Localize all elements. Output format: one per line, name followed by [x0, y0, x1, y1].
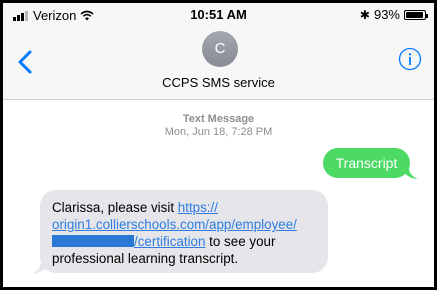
battery-icon — [404, 9, 428, 20]
redacted-block — [52, 235, 134, 247]
sent-bubble-tail — [402, 166, 418, 179]
conversation-header: C CCPS SMS service — [3, 27, 434, 100]
bluetooth-icon: ✱ — [359, 7, 370, 22]
sent-message-bubble[interactable]: Transcript — [323, 148, 410, 178]
certification-link[interactable]: https:// — [178, 200, 218, 215]
contact-name[interactable]: CCPS SMS service — [3, 75, 434, 90]
screenshot-frame: Verizon 10:51 AM ✱ 93% C CCPS SMS servic… — [0, 0, 437, 290]
certification-link-continued[interactable]: origin1.collierschools.com/app/employee/ — [52, 217, 297, 232]
certification-link-end[interactable]: /certification — [134, 234, 205, 249]
back-button[interactable] — [15, 47, 37, 77]
message-type-label: Text Message — [182, 113, 255, 125]
message-timestamp: Text Message Mon, Jun 18, 7:28 PM — [3, 113, 434, 139]
chevron-left-icon — [18, 50, 32, 74]
received-message-bubble[interactable]: Clarissa, please visit https:// origin1.c… — [40, 190, 328, 273]
info-button[interactable] — [398, 47, 422, 71]
message-text: Clarissa, please visit — [52, 200, 178, 215]
right-status-group: ✱ 93% — [359, 7, 428, 22]
battery-percent: 93% — [373, 7, 400, 22]
contact-avatar[interactable]: C — [202, 31, 238, 67]
status-bar: Verizon 10:51 AM ✱ 93% — [3, 3, 434, 27]
info-icon — [398, 47, 422, 71]
battery-fill — [406, 11, 423, 18]
message-date: Mon, Jun 18, 7:28 PM — [164, 126, 273, 138]
